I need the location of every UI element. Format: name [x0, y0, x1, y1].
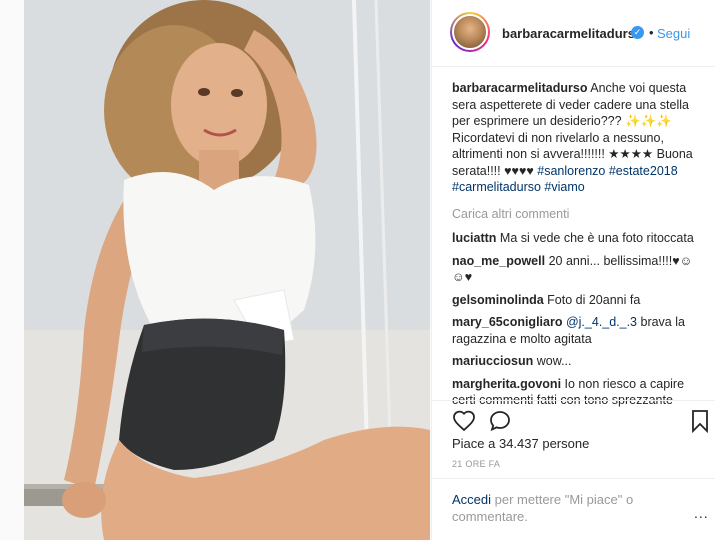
- post-photo[interactable]: [24, 0, 430, 540]
- verified-badge-icon: ✓: [631, 26, 644, 39]
- comment-username[interactable]: margherita.govoni: [452, 377, 561, 391]
- comment-text: Foto di 20anni fa: [543, 292, 641, 307]
- list-item: nao_me_powell 20 anni... bellissima!!!!♥…: [452, 253, 702, 286]
- instagram-post-frame: barbaracarmelitadurso ✓ • Segui barbarac…: [0, 0, 715, 540]
- likes-count[interactable]: Piace a 34.437 persone: [452, 436, 589, 451]
- comment-text: wow...: [533, 354, 572, 368]
- list-item: mariucciosun wow...: [452, 353, 702, 370]
- list-item: mary_65conigliaro @j._4._d._.3 brava la …: [452, 314, 702, 347]
- add-comment-section: Accedi per mettere "Mi piace" o commenta…: [432, 478, 715, 541]
- login-link[interactable]: Accedi: [452, 492, 491, 507]
- load-more-comments-button[interactable]: Carica altri commenti: [452, 206, 702, 223]
- comment-username[interactable]: nao_me_powell: [452, 254, 545, 268]
- likes-text: Piace a 34.437 persone: [452, 436, 590, 451]
- comment-username[interactable]: mary_65conigliaro: [452, 315, 562, 329]
- list-item: luciattn Ma si vede che è una foto ritoc…: [452, 230, 702, 247]
- more-options-button[interactable]: ...: [694, 505, 709, 521]
- header-username[interactable]: barbaracarmelitadurso: [502, 26, 643, 41]
- follow-button[interactable]: Segui: [657, 26, 690, 41]
- list-item: gelsominolinda Foto di 20anni fa: [452, 292, 702, 309]
- comment-username[interactable]: luciattn: [452, 231, 496, 245]
- comment-text: Ma si vede che è una foto ritoccata: [496, 231, 694, 245]
- caption-username[interactable]: barbaracarmelitadurso: [452, 81, 587, 95]
- post-timestamp[interactable]: 21 ORE FA: [452, 459, 500, 469]
- comment-username[interactable]: mariucciosun: [452, 354, 533, 368]
- post-side-panel: barbaracarmelitadurso ✓ • Segui barbarac…: [431, 0, 715, 540]
- avatar-image: [452, 14, 488, 50]
- heart-icon[interactable]: [452, 409, 476, 433]
- comment-mention[interactable]: @j._4._d._.3: [562, 315, 637, 329]
- comment-username[interactable]: gelsominolinda: [452, 293, 544, 307]
- login-prompt: Accedi per mettere "Mi piace" o commenta…: [452, 491, 652, 525]
- separator-dot: •: [649, 25, 654, 40]
- post-header: barbaracarmelitadurso ✓ • Segui: [432, 0, 715, 67]
- caption: barbaracarmelitadurso Anche voi questa s…: [452, 80, 702, 196]
- woman-on-swing-photo: [24, 0, 430, 540]
- bookmark-icon[interactable]: [690, 409, 710, 433]
- comments-list: barbaracarmelitadurso Anche voi questa s…: [452, 80, 702, 415]
- comment-bubble-icon[interactable]: [488, 409, 512, 433]
- action-bar: [432, 400, 715, 439]
- avatar[interactable]: [450, 12, 490, 52]
